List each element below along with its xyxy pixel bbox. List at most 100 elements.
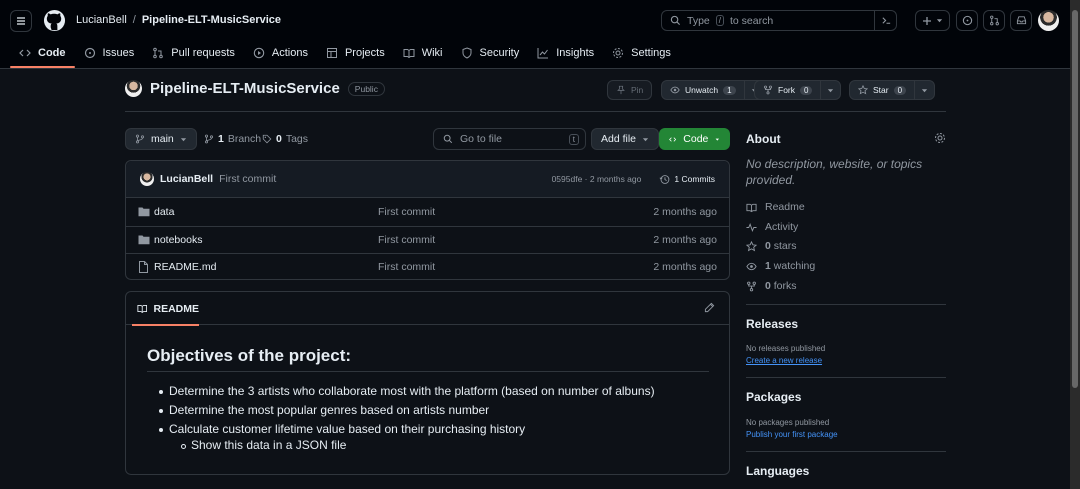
create-new-button[interactable] <box>915 10 950 31</box>
releases-title[interactable]: Releases <box>746 317 798 331</box>
file-row[interactable]: README.md First commit 2 months ago <box>126 253 729 281</box>
tab-issues[interactable]: Issues <box>75 38 144 68</box>
readme-bullet: Determine the most popular genres based … <box>158 403 490 417</box>
gear-icon <box>613 48 624 58</box>
file-commit-message[interactable]: First commit <box>378 261 435 273</box>
file-row[interactable]: notebooks First commit 2 months ago <box>126 225 729 254</box>
table-icon <box>326 48 337 58</box>
file-row[interactable]: data First commit 2 months ago <box>126 198 729 226</box>
tab-actions[interactable]: Actions <box>244 38 317 68</box>
tab-pull-requests[interactable]: Pull requests <box>143 38 244 68</box>
file-date: 2 months ago <box>653 261 717 274</box>
history-icon <box>659 174 670 184</box>
breadcrumb-repo[interactable]: Pipeline-ELT-MusicService <box>142 14 281 26</box>
releases-none: No releases published <box>746 344 826 353</box>
search-prefix: Type <box>687 14 710 27</box>
repo-name[interactable]: Pipeline-ELT-MusicService <box>150 80 340 97</box>
graph-icon <box>537 48 549 59</box>
tag-count: 0 <box>276 133 282 145</box>
triangle-down-icon <box>642 137 649 141</box>
inbox-button[interactable] <box>1010 10 1032 31</box>
tab-insights[interactable]: Insights <box>528 38 603 68</box>
tab-security[interactable]: Security <box>452 38 529 68</box>
book-icon <box>137 305 148 313</box>
triangle-down-icon <box>828 88 834 92</box>
add-file-button[interactable]: Add file <box>591 128 660 150</box>
breadcrumb-separator: / <box>132 14 136 26</box>
about-description: No description, website, or topics provi… <box>746 157 923 187</box>
commit-meta[interactable]: 0595dfe · 2 months ago <box>552 174 642 184</box>
stars-label: stars <box>773 240 797 252</box>
file-icon <box>139 261 148 274</box>
commit-author[interactable]: LucianBell <box>160 173 213 185</box>
file-commit-message[interactable]: First commit <box>378 234 435 246</box>
publish-package-link[interactable]: Publish your first package <box>746 430 838 439</box>
repo-forked-icon <box>764 85 772 95</box>
owner-avatar <box>125 80 142 97</box>
scrollbar-thumb[interactable] <box>1072 10 1078 388</box>
tags-link[interactable]: 0 Tags <box>262 128 308 150</box>
menu-button[interactable] <box>10 10 32 32</box>
star-dropdown[interactable] <box>914 81 934 99</box>
fork-button[interactable]: Fork 0 <box>755 81 820 99</box>
branches-link[interactable]: 1 Branch <box>204 128 261 150</box>
tab-label: Settings <box>631 47 671 59</box>
file-commit-message[interactable]: First commit <box>378 206 435 218</box>
repo-title: Pipeline-ELT-MusicService Public <box>125 80 385 97</box>
packages-title[interactable]: Packages <box>746 390 801 404</box>
folder-icon <box>138 235 150 245</box>
search-icon <box>670 15 681 26</box>
file-date: 2 months ago <box>653 233 717 246</box>
github-logo-icon[interactable] <box>43 9 66 32</box>
gear-icon[interactable] <box>934 132 946 144</box>
go-to-file-input[interactable]: Go to file t <box>433 128 586 150</box>
code-label: Code <box>683 133 709 145</box>
tab-wiki[interactable]: Wiki <box>394 38 452 68</box>
unwatch-button[interactable]: Unwatch 1 <box>662 81 744 99</box>
pin-button[interactable]: Pin <box>607 80 653 100</box>
pull-requests-button[interactable] <box>983 10 1005 31</box>
create-release-link[interactable]: Create a new release <box>746 356 822 365</box>
readme-link[interactable]: Readme <box>746 201 805 213</box>
git-pull-request-icon <box>989 15 999 26</box>
code-button[interactable]: Code <box>659 128 730 150</box>
play-icon <box>253 47 265 59</box>
fork-dropdown[interactable] <box>820 81 840 99</box>
tab-code[interactable]: Code <box>10 38 75 68</box>
stars-link[interactable]: 0 stars <box>746 240 797 252</box>
watch-count: 1 <box>723 85 736 95</box>
star-button[interactable]: Star 0 <box>850 81 914 99</box>
issue-opened-icon <box>962 15 972 26</box>
commit-message[interactable]: First commit <box>219 173 276 185</box>
folder-icon <box>138 207 150 217</box>
file-list: LucianBell First commit 0595dfe · 2 mont… <box>125 160 730 280</box>
tab-label: Wiki <box>421 47 443 59</box>
star-count: 0 <box>893 85 907 95</box>
command-palette-icon[interactable] <box>881 15 892 26</box>
activity-link[interactable]: Activity <box>746 221 798 233</box>
repo-header-divider <box>125 111 946 112</box>
user-avatar[interactable] <box>1038 10 1059 31</box>
heading-rule <box>147 371 709 372</box>
branch-label: Branch <box>227 133 262 145</box>
watch-button-group: Unwatch 1 <box>661 80 765 100</box>
commits-link[interactable]: 1 Commits <box>659 174 715 185</box>
branch-selector[interactable]: main <box>125 128 197 150</box>
code-icon <box>19 49 31 57</box>
issues-button[interactable] <box>956 10 978 31</box>
search-input[interactable]: Type / to search <box>661 10 897 31</box>
file-name[interactable]: data <box>154 206 174 218</box>
triangle-down-icon <box>715 138 720 141</box>
forks-link[interactable]: 0 forks <box>746 280 797 292</box>
eye-icon <box>670 86 680 94</box>
tab-settings[interactable]: Settings <box>603 38 680 68</box>
tab-label: Security <box>479 47 520 59</box>
add-file-label: Add file <box>601 133 637 145</box>
pencil-icon[interactable] <box>704 302 715 313</box>
tab-projects[interactable]: Projects <box>317 38 394 68</box>
breadcrumb-owner[interactable]: LucianBell <box>76 14 127 26</box>
watching-link[interactable]: 1 watching <box>746 260 815 272</box>
readme-tab[interactable]: README <box>132 292 199 326</box>
file-name[interactable]: README.md <box>154 261 216 273</box>
file-name[interactable]: notebooks <box>154 234 202 246</box>
